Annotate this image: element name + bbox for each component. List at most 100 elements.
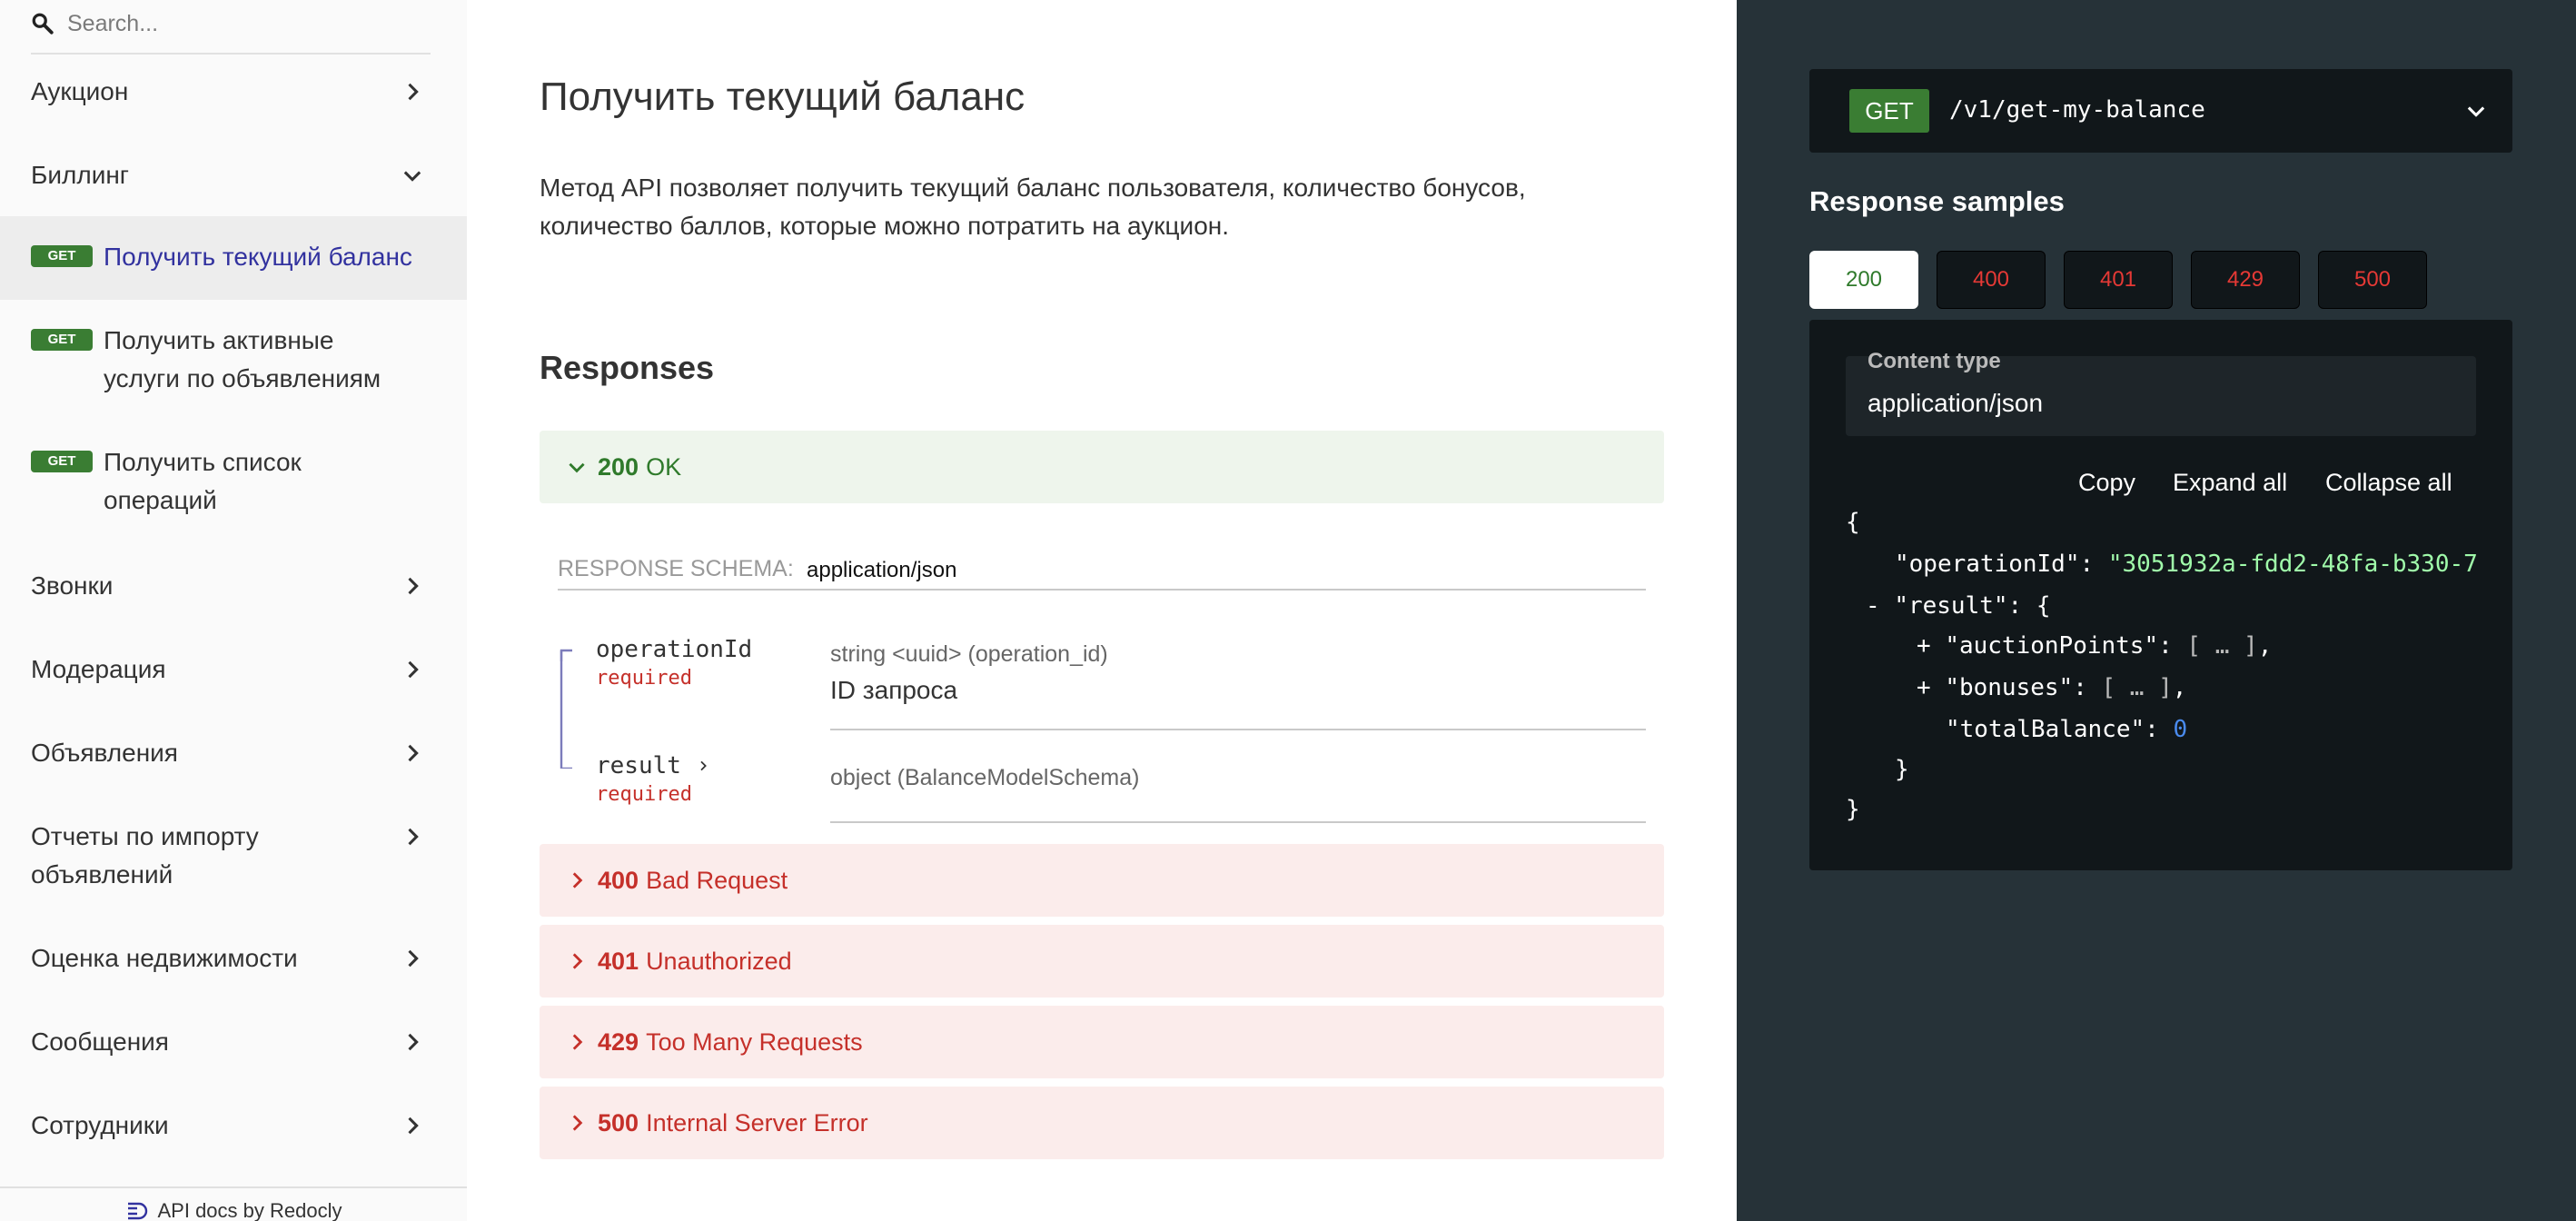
endpoint-path: /v1/get-my-balance [1949, 96, 2205, 124]
content-type-label: Content type [1868, 349, 2001, 373]
sidebar-item-label: Модерация [31, 655, 166, 683]
copy-button[interactable]: Copy [2078, 469, 2135, 497]
tab-401[interactable]: 401 [2064, 251, 2173, 309]
response-text: Unauthorized [646, 947, 792, 975]
sidebar-item-label: Аукцион [31, 77, 129, 105]
response-500-toggle[interactable]: 500 Internal Server Error [540, 1087, 1664, 1159]
expand-all-button[interactable]: Expand all [2173, 469, 2287, 497]
description-line1: Метод API позволяет получить текущий бал… [540, 174, 1526, 202]
field-type: string <uuid> (operation_id) [830, 641, 1108, 667]
field-name-result[interactable]: result [596, 752, 710, 779]
sidebar-item-label: Биллинг [31, 161, 130, 189]
operation-description: Метод API позволяет получить текущий бал… [540, 169, 1593, 245]
sidebar-item-label-line2: услуги по объявлениям [104, 364, 381, 392]
json-key: "result": { [1894, 592, 2051, 620]
field-description: ID запроса [830, 676, 958, 704]
field-required: required [596, 667, 692, 690]
json-line: + "bonuses": [ … ], [1809, 674, 2512, 701]
content-type-select[interactable]: Content type application/json [1846, 349, 2476, 436]
sidebar-item-moderation[interactable]: Модерация [0, 650, 467, 689]
chevron-right-icon [408, 660, 419, 679]
response-200-toggle[interactable]: 200 OK [540, 431, 1664, 503]
chevron-right-icon [408, 744, 419, 762]
sidebar-item-label-line1: Получить список [104, 448, 302, 476]
tab-200[interactable]: 200 [1809, 251, 1918, 309]
sidebar-item-import-reports[interactable]: Отчеты по импорту объявлений [0, 818, 467, 894]
sidebar-item-messages[interactable]: Сообщения [0, 1023, 467, 1061]
sidebar-item-label: Звонки [31, 571, 114, 600]
schema-content-type: application/json [807, 558, 957, 582]
chevron-right-icon [572, 953, 583, 969]
expand-toggle[interactable]: + [1917, 674, 1945, 701]
json-line: "operationId": "3051932a-fdd2-48fa-b330-… [1809, 551, 2512, 578]
json-key: "totalBalance": [1946, 716, 2174, 743]
right-panel: GET /v1/get-my-balance Response samples … [1737, 0, 2576, 1221]
endpoint-dropdown[interactable]: GET /v1/get-my-balance [1809, 69, 2512, 153]
redocly-footer-link[interactable]: API docs by Redocly [0, 1186, 467, 1221]
get-badge: GET [31, 329, 93, 351]
json-line: } [1809, 756, 2512, 783]
json-brace: { [1846, 509, 1860, 536]
expand-toggle[interactable]: + [1917, 632, 1945, 660]
sidebar-item-label: Объявления [31, 739, 178, 767]
tab-429[interactable]: 429 [2191, 251, 2300, 309]
response-text: Internal Server Error [646, 1108, 868, 1137]
chevron-down-icon [403, 171, 421, 182]
response-code: 400 [598, 866, 639, 894]
chevron-right-icon [408, 1117, 419, 1135]
sidebar-item-auction[interactable]: Аукцион [0, 73, 467, 111]
content-type-value: application/json [1868, 389, 2044, 417]
sidebar-item-get-active-services[interactable]: GET Получить активные услуги по объявлен… [0, 320, 467, 407]
get-badge: GET [31, 451, 93, 472]
field-required: required [596, 783, 692, 806]
json-key: "operationId": [1895, 551, 2108, 578]
json-comma: , [2172, 674, 2187, 701]
sidebar-item-calls[interactable]: Звонки [0, 567, 467, 605]
chevron-down-icon [569, 462, 585, 473]
json-comma: , [2257, 632, 2273, 660]
json-line: "totalBalance": 0 [1809, 716, 2512, 743]
response-schema: RESPONSE SCHEMA: application/json [558, 554, 1646, 591]
response-code: 500 [598, 1108, 639, 1137]
collapse-toggle[interactable]: - [1866, 592, 1894, 620]
response-429-toggle[interactable]: 429 Too Many Requests [540, 1006, 1664, 1078]
sidebar-item-label: Оценка недвижимости [31, 944, 298, 972]
sidebar-item-label-line1: Отчеты по импорту [31, 822, 259, 850]
chevron-right-icon [408, 83, 419, 101]
sidebar: Аукцион Биллинг GET Получить текущий бал… [0, 0, 467, 1221]
footer-text: API docs by Redocly [157, 1199, 342, 1221]
sidebar-item-real-estate[interactable]: Оценка недвижимости [0, 939, 467, 978]
tab-400[interactable]: 400 [1937, 251, 2046, 309]
json-collapsed-array[interactable]: [ … ] [2186, 632, 2257, 660]
json-collapsed-array[interactable]: [ … ] [2102, 674, 2173, 701]
search-input[interactable] [67, 10, 412, 37]
json-string: "3051932a-fdd2-48fa-b330-7 [2107, 551, 2478, 578]
json-brace: } [1846, 796, 1860, 823]
chevron-right-icon [408, 949, 419, 968]
sidebar-item-label-line2: операций [104, 486, 217, 514]
sidebar-item-ads[interactable]: Объявления [0, 734, 467, 772]
redocly-logo-icon [127, 1202, 147, 1220]
json-line: - "result": { [1809, 592, 2512, 620]
http-method-badge: GET [1849, 89, 1929, 133]
get-badge: GET [31, 245, 93, 267]
sidebar-item-get-operations[interactable]: GET Получить список операций [0, 442, 467, 529]
response-400-toggle[interactable]: 400 Bad Request [540, 844, 1664, 917]
json-line: } [1809, 796, 2512, 823]
collapse-all-button[interactable]: Collapse all [2325, 469, 2452, 497]
sidebar-item-employees[interactable]: Сотрудники [0, 1107, 467, 1145]
schema-label: RESPONSE SCHEMA: [558, 556, 794, 581]
chevron-right-icon [572, 1115, 583, 1131]
response-401-toggle[interactable]: 401 Unauthorized [540, 925, 1664, 998]
sidebar-item-billing[interactable]: Биллинг [0, 156, 467, 194]
chevron-right-icon [408, 1033, 419, 1051]
response-sample: Content type application/json Copy Expan… [1809, 320, 2512, 870]
chevron-down-icon [2467, 106, 2485, 117]
sidebar-item-label: Получить текущий баланс [104, 243, 412, 271]
tab-500[interactable]: 500 [2318, 251, 2427, 309]
chevron-right-icon [572, 1034, 583, 1050]
sidebar-item-label: Сотрудники [31, 1111, 169, 1139]
json-brace: } [1895, 756, 1909, 783]
chevron-right-icon [408, 577, 419, 595]
sidebar-item-get-balance[interactable]: GET Получить текущий баланс [0, 216, 467, 300]
